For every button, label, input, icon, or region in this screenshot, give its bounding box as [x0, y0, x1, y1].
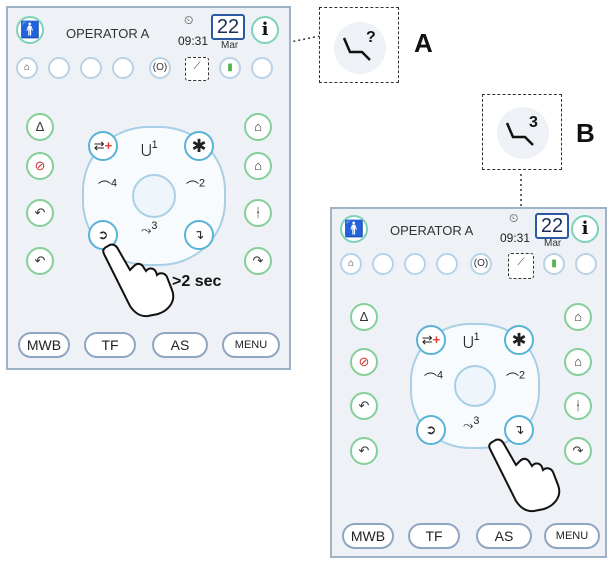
clock-icon: ⏲: [184, 13, 194, 27]
rinse-left-icon[interactable]: ↶: [26, 199, 54, 227]
menu-button[interactable]: MENU: [544, 523, 600, 549]
callout-b-box: 3: [482, 94, 562, 170]
operator-label: OPERATOR A: [390, 223, 474, 238]
rinse-left-2-icon[interactable]: ↶: [350, 437, 378, 465]
bowl-rinse-icon[interactable]: ↷: [244, 247, 272, 275]
operator-user-icon[interactable]: 🚹: [16, 16, 44, 44]
date-month: Mar: [544, 238, 562, 249]
chair-light-button[interactable]: ✱: [184, 131, 214, 161]
status-slot-2[interactable]: [80, 57, 102, 79]
callout-b-letter: B: [576, 118, 595, 148]
status-slot-3[interactable]: [112, 57, 134, 79]
chair-program-3[interactable]: ⤳3: [463, 415, 479, 433]
chair-add-program-button[interactable]: ⇄+: [88, 131, 118, 161]
callout-a-letter: A: [414, 28, 433, 58]
status-slot-4[interactable]: [575, 253, 597, 275]
status-slot-2[interactable]: [404, 253, 426, 275]
ring-center: [132, 174, 176, 218]
battery-icon: ▮: [219, 57, 241, 79]
bell-icon[interactable]: ∆: [26, 113, 54, 141]
time-display: 09:31: [178, 34, 209, 48]
cup-disabled-icon[interactable]: ⊘: [26, 152, 54, 180]
date-day: 22: [535, 213, 569, 239]
as-button[interactable]: AS: [152, 332, 208, 358]
chair-program-2[interactable]: ⌒2: [186, 177, 205, 196]
chair-program-4[interactable]: ⌒4: [424, 369, 443, 388]
operator-label: OPERATOR A: [66, 26, 150, 41]
status-sensor-icon[interactable]: (O): [470, 253, 492, 275]
chair-program-3-icon: 3: [497, 107, 549, 159]
time-display: 09:31: [500, 231, 531, 245]
rinse-left-2-icon[interactable]: ↶: [26, 247, 54, 275]
lamp-2-icon[interactable]: ⌂: [564, 348, 592, 376]
info-button[interactable]: i: [571, 215, 599, 243]
svg-text:3: 3: [529, 114, 538, 131]
info-button[interactable]: i: [251, 16, 279, 44]
cup-fill-icon[interactable]: ᛂ: [244, 199, 272, 227]
lamp-2-icon[interactable]: ⌂: [244, 152, 272, 180]
date-day: 22: [211, 14, 245, 40]
chair-program-1[interactable]: ⋃1: [463, 331, 480, 349]
status-program-3-icon[interactable]: ⟋: [508, 253, 534, 279]
bell-icon[interactable]: ∆: [350, 303, 378, 331]
mwb-button[interactable]: MWB: [342, 523, 394, 549]
hold-duration-label: >2 sec: [172, 273, 222, 290]
lamp-icon[interactable]: ⌂: [564, 303, 592, 331]
ring-center: [454, 365, 496, 407]
cup-disabled-icon[interactable]: ⊘: [350, 348, 378, 376]
status-slot-4[interactable]: [251, 57, 273, 79]
callout-a-box: ?: [319, 7, 399, 83]
status-program-unknown-icon[interactable]: ⟋: [185, 57, 209, 81]
chair-program-unknown-icon: ?: [334, 22, 386, 74]
chair-spit-position-button[interactable]: ↴: [184, 220, 214, 250]
mwb-button[interactable]: MWB: [18, 332, 70, 358]
control-panel-b: 🚹 OPERATOR A ⏲ 09:31 22 Mar i ⌂ (O) ⟋ ▮ …: [330, 207, 607, 558]
bowl-rinse-icon[interactable]: ↷: [564, 437, 592, 465]
clock-icon: ⏲: [509, 211, 519, 225]
svg-text:?: ?: [366, 29, 376, 46]
pointing-hand-icon: [488, 438, 561, 513]
battery-icon: ▮: [543, 253, 565, 275]
tf-button[interactable]: TF: [408, 523, 460, 549]
status-slot-3[interactable]: [436, 253, 458, 275]
rinse-left-icon[interactable]: ↶: [350, 392, 378, 420]
control-panel-a: 🚹 OPERATOR A ⏲ 09:31 22 Mar i ⌂ (O) ⟋ ▮ …: [6, 6, 291, 370]
cup-fill-icon[interactable]: ᛂ: [564, 392, 592, 420]
status-sensor-icon[interactable]: (O): [149, 57, 171, 79]
chair-program-3[interactable]: ⤳3: [141, 220, 157, 238]
chair-program-1[interactable]: ⋃1: [141, 139, 158, 157]
chair-light-button[interactable]: ✱: [504, 325, 534, 355]
lamp-icon[interactable]: ⌂: [244, 113, 272, 141]
date-month: Mar: [221, 40, 239, 51]
status-lamp-icon[interactable]: ⌂: [340, 253, 362, 275]
chair-add-program-button[interactable]: ⇄+: [416, 325, 446, 355]
operator-user-icon[interactable]: 🚹: [340, 215, 368, 243]
status-slot-1[interactable]: [372, 253, 394, 275]
pointing-hand-icon: [102, 243, 175, 318]
chair-program-2[interactable]: ⌒2: [506, 369, 525, 388]
chair-program-4[interactable]: ⌒4: [98, 177, 117, 196]
menu-button[interactable]: MENU: [222, 332, 280, 358]
chair-last-position-button[interactable]: ➲: [416, 415, 446, 445]
status-lamp-icon[interactable]: ⌂: [16, 57, 38, 79]
tf-button[interactable]: TF: [84, 332, 136, 358]
status-slot-1[interactable]: [48, 57, 70, 79]
as-button[interactable]: AS: [476, 523, 532, 549]
